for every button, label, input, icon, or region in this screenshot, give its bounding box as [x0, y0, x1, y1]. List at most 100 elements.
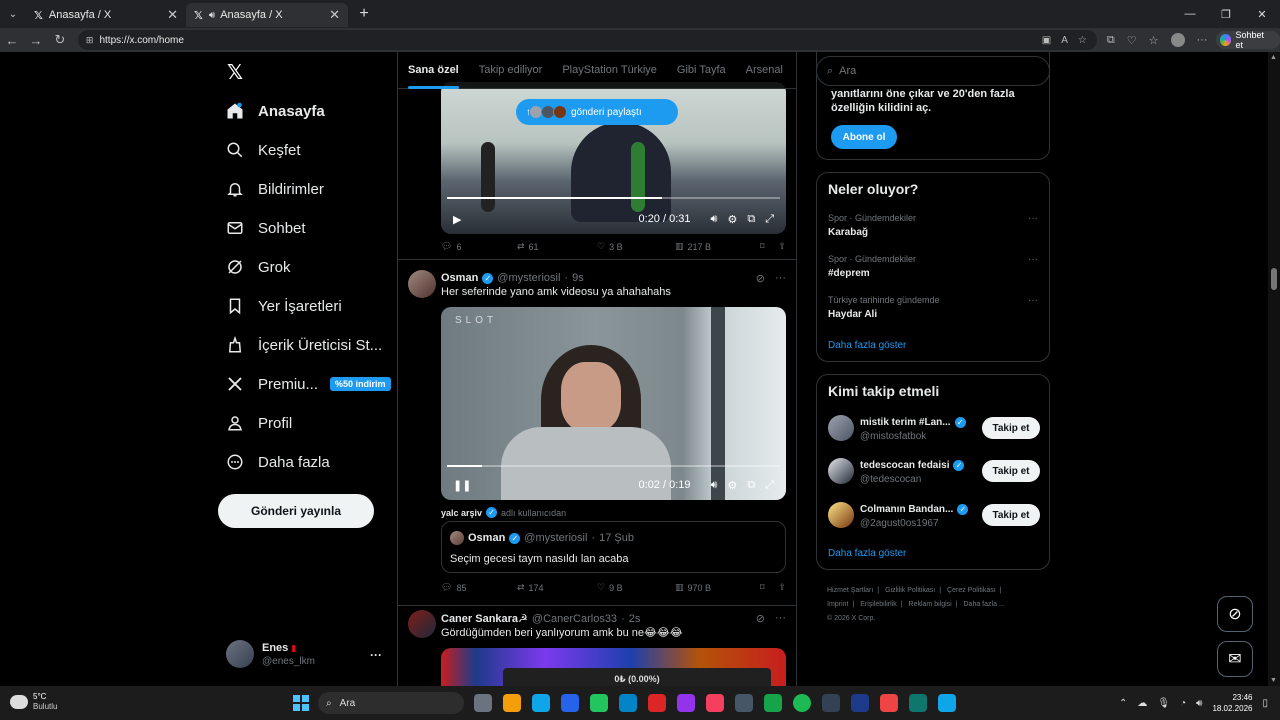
repost-button[interactable]: ⇄ 61	[517, 241, 597, 252]
search-input[interactable]: ⌕ Ara	[816, 56, 1050, 86]
profile-avatar-icon[interactable]	[1170, 33, 1185, 47]
account-switcher[interactable]: Enes ▮ @enes_lkm	[226, 640, 315, 668]
more-options-icon[interactable]: ···	[775, 272, 786, 285]
microphone-icon[interactable]: 🎙︎	[1157, 698, 1170, 709]
trend-item[interactable]: Türkiye tarihinde gündemde Haydar Ali ··…	[828, 295, 1040, 320]
file-explorer-icon[interactable]	[503, 694, 521, 712]
video-progress-bar[interactable]	[447, 465, 780, 467]
favorites-icon[interactable]: ☆	[1149, 34, 1159, 47]
tab-arsenal[interactable]: Arsenal	[736, 52, 793, 89]
avatar[interactable]	[828, 458, 854, 484]
footer-link[interactable]: Gizlilik Politikası	[885, 587, 935, 594]
refresh-icon[interactable]: ↻	[48, 32, 72, 48]
site-info-icon[interactable]: ⊞	[86, 35, 94, 46]
volume-icon[interactable]: 🔊︎	[711, 479, 718, 492]
scrollbar-thumb[interactable]	[1271, 268, 1277, 290]
volume-icon[interactable]: 🔊︎	[711, 213, 718, 226]
subscribe-button[interactable]: Abone ol	[831, 125, 897, 149]
author-handle[interactable]: @CanerCarlos33	[532, 613, 617, 625]
sidebar-item-creator-studio[interactable]: İçerik Üreticisi St...	[226, 330, 382, 360]
follow-button[interactable]: Takip et	[982, 460, 1040, 482]
close-window-icon[interactable]: ✕	[1244, 0, 1280, 28]
footer-link[interactable]: Hizmet Şartları	[827, 587, 873, 594]
post-age[interactable]: 2s	[629, 613, 641, 625]
scroll-up-icon[interactable]: ▲	[1270, 54, 1277, 61]
forward-icon[interactable]: →	[24, 33, 48, 48]
reply-button[interactable]: 💬︎ 6	[441, 241, 517, 252]
tab-actions-menu-button[interactable]: ⌄	[0, 0, 26, 28]
weather-widget[interactable]: 5°C Bulutlu	[10, 692, 57, 712]
footer-link[interactable]: Erişilebilirlik	[860, 601, 897, 608]
app-available-icon[interactable]: ▣	[1042, 35, 1051, 46]
back-icon[interactable]: ←	[0, 33, 24, 48]
sidebar-item-chat[interactable]: Sohbet	[226, 213, 306, 243]
read-aloud-icon[interactable]: A	[1061, 35, 1068, 46]
bookmark-icon[interactable]: ⌑	[760, 241, 765, 252]
follow-suggestion[interactable]: Colmanın Bandan... ✓ @2agust0os1967 Takip…	[828, 502, 1040, 534]
copilot-chat-button[interactable]: Sohbet et	[1215, 30, 1280, 50]
store-icon[interactable]	[561, 694, 579, 712]
views-button[interactable]: ▥ 217 B	[675, 241, 755, 252]
audio-playing-icon[interactable]: 🔊︎	[209, 10, 215, 21]
settings-gear-icon[interactable]: ⚙	[727, 479, 737, 492]
tray-overflow-icon[interactable]: ⌃	[1119, 698, 1127, 709]
avatar[interactable]	[828, 415, 854, 441]
steam-icon[interactable]	[851, 694, 869, 712]
scroll-down-icon[interactable]: ▼	[1270, 677, 1277, 684]
avatar[interactable]	[408, 610, 436, 638]
minimize-icon[interactable]: —	[1172, 0, 1208, 28]
sidebar-item-bookmarks[interactable]: Yer İşaretleri	[226, 291, 342, 321]
sidebar-item-premium[interactable]: Premiu... %50 indirim	[226, 369, 391, 399]
trends-show-more-link[interactable]: Daha fazla göster	[828, 340, 906, 351]
follow-suggestion[interactable]: mistik terim #Lan... ✓ @mistosfatbok Taki…	[828, 415, 1040, 447]
like-button[interactable]: ♡ 3 B	[597, 241, 675, 252]
sidebar-item-explore[interactable]: Keşfet	[226, 135, 301, 165]
sidebar-item-grok[interactable]: Grok	[226, 252, 291, 282]
footer-link[interactable]: Reklam bilgisi	[909, 601, 952, 608]
new-posts-pill[interactable]: ↑ gönderi paylaştı	[516, 99, 678, 125]
tab-following[interactable]: Takip ediliyor	[469, 52, 553, 89]
chrome-icon[interactable]	[764, 694, 782, 712]
views-button[interactable]: ▥ 970 B	[675, 582, 755, 593]
favorite-star-icon[interactable]: ☆	[1078, 35, 1087, 46]
browser-essentials-icon[interactable]: ♡	[1127, 34, 1137, 47]
x-logo-icon[interactable]: 𝕏	[227, 60, 243, 84]
pip-icon[interactable]: ⧉	[747, 213, 755, 226]
onedrive-icon[interactable]: ☁	[1137, 698, 1147, 709]
grok-fab-icon[interactable]: ⊘	[1217, 596, 1253, 632]
app-icon[interactable]	[735, 694, 753, 712]
sidebar-item-home[interactable]: Anasayfa	[226, 96, 325, 126]
sidebar-item-notifications[interactable]: Bildirimler	[226, 174, 324, 204]
sidebar-item-profile[interactable]: Profil	[226, 408, 292, 438]
who-to-follow-show-more-link[interactable]: Daha fazla göster	[828, 548, 906, 559]
footer-link[interactable]: Imprint	[827, 601, 848, 608]
close-tab-icon[interactable]: ✕	[329, 7, 340, 23]
quoted-post[interactable]: Osman ✓ @mysteriosil · 17 Şub Seçim gece…	[441, 521, 786, 573]
photos-icon[interactable]	[938, 694, 956, 712]
account-more-icon[interactable]: ···	[370, 648, 382, 662]
extensions-icon[interactable]: ⧉	[1107, 34, 1115, 47]
sidebar-item-more[interactable]: Daha fazla	[226, 447, 330, 477]
settings-gear-icon[interactable]: ⚙	[727, 213, 737, 226]
app-icon[interactable]	[648, 694, 666, 712]
play-icon[interactable]: ▶	[453, 213, 461, 226]
avatar[interactable]	[408, 270, 436, 298]
post-article[interactable]: Osman ✓ @mysteriosil · 9s ⊘ ··· Her sefe…	[398, 260, 796, 606]
trend-more-icon[interactable]: ···	[1028, 213, 1038, 224]
video-player[interactable]: SLOT ❚❚ 0:02 / 0:19 🔊︎ ⚙ ⧉ ⤢	[441, 307, 786, 500]
restore-icon[interactable]: ❐	[1208, 0, 1244, 28]
like-button[interactable]: ♡ 9 B	[597, 582, 675, 593]
post-age[interactable]: 9s	[572, 272, 584, 284]
new-tab-button[interactable]: +	[352, 5, 376, 23]
skype-icon[interactable]	[619, 694, 637, 712]
app-icon[interactable]	[677, 694, 695, 712]
more-options-icon[interactable]: ···	[775, 612, 786, 625]
tab-gibi-tayfa[interactable]: Gibi Tayfa	[667, 52, 736, 89]
x-app-icon[interactable]	[822, 694, 840, 712]
reply-button[interactable]: 💬︎ 85	[441, 582, 517, 593]
share-icon[interactable]: ⇪	[778, 241, 786, 252]
trend-more-icon[interactable]: ···	[1028, 254, 1038, 265]
trend-item[interactable]: Spor · Gündemdekiler Karabağ ···	[828, 213, 1040, 238]
wifi-icon[interactable]: ◔	[1180, 698, 1186, 709]
follow-suggestion[interactable]: tedescocan fedaisi ✓ @tedescocan Takip et	[828, 458, 1040, 490]
